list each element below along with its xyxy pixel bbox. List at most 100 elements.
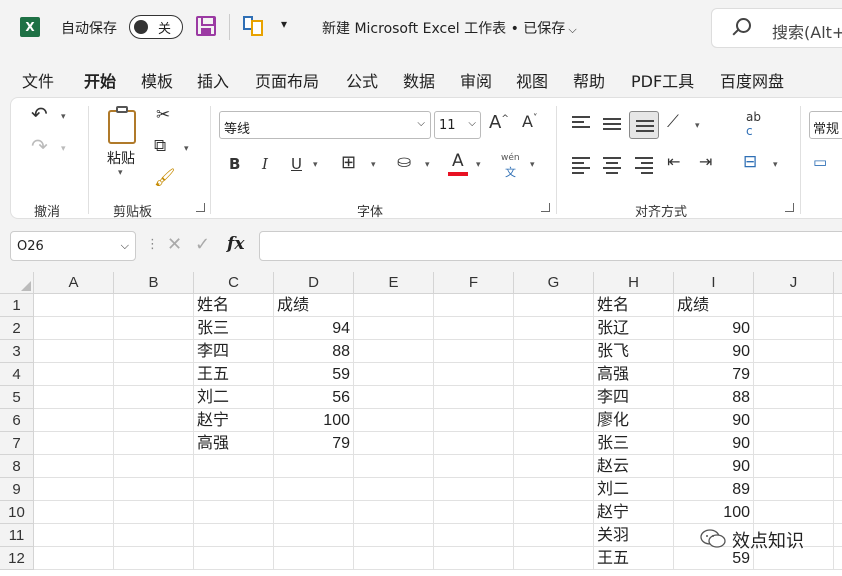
cell[interactable] bbox=[754, 478, 834, 501]
align-left-icon[interactable] bbox=[572, 157, 590, 174]
cell[interactable] bbox=[834, 478, 842, 501]
name-cell[interactable]: 李四 bbox=[194, 340, 274, 363]
name-cell[interactable]: 廖化 bbox=[594, 409, 674, 432]
cell[interactable] bbox=[114, 340, 194, 363]
row-header-12[interactable]: 12 bbox=[0, 547, 34, 570]
italic-button[interactable]: I bbox=[262, 155, 268, 173]
cell[interactable] bbox=[354, 547, 434, 570]
cell[interactable] bbox=[514, 386, 594, 409]
format-painter-icon[interactable]: 🖌 bbox=[154, 168, 176, 188]
cell[interactable] bbox=[754, 294, 834, 317]
score-cell[interactable]: 90 bbox=[674, 317, 754, 340]
increase-indent-icon[interactable]: ⇥ bbox=[699, 152, 712, 171]
cell[interactable] bbox=[834, 340, 842, 363]
row-header-6[interactable]: 6 bbox=[0, 409, 34, 432]
font-size-select[interactable]: 11 ⌵ bbox=[434, 111, 481, 139]
cell[interactable] bbox=[434, 524, 514, 547]
cell[interactable] bbox=[114, 547, 194, 570]
cell[interactable] bbox=[514, 409, 594, 432]
name-cell[interactable]: 刘二 bbox=[194, 386, 274, 409]
cell[interactable] bbox=[354, 340, 434, 363]
align-bottom-button[interactable] bbox=[629, 111, 659, 139]
cell[interactable] bbox=[114, 294, 194, 317]
score-cell[interactable]: 59 bbox=[274, 363, 354, 386]
cell[interactable] bbox=[834, 317, 842, 340]
cell[interactable] bbox=[354, 501, 434, 524]
score-cell[interactable]: 90 bbox=[674, 409, 754, 432]
cell[interactable] bbox=[514, 501, 594, 524]
cell[interactable] bbox=[194, 455, 274, 478]
currency-format-icon[interactable]: ▭ bbox=[813, 153, 827, 171]
cell[interactable] bbox=[514, 317, 594, 340]
score-cell[interactable]: 100 bbox=[674, 501, 754, 524]
tab-insert[interactable]: 插入 bbox=[197, 68, 229, 92]
name-cell[interactable]: 张辽 bbox=[594, 317, 674, 340]
cell[interactable] bbox=[754, 409, 834, 432]
cell[interactable] bbox=[514, 547, 594, 570]
cell[interactable] bbox=[354, 432, 434, 455]
cell[interactable] bbox=[354, 386, 434, 409]
column-header-i[interactable]: I bbox=[674, 272, 754, 294]
cell[interactable] bbox=[34, 317, 114, 340]
cell[interactable] bbox=[114, 501, 194, 524]
name-cell[interactable]: 王五 bbox=[594, 547, 674, 570]
cell[interactable] bbox=[34, 478, 114, 501]
cell[interactable] bbox=[34, 363, 114, 386]
cell[interactable] bbox=[434, 294, 514, 317]
font-launcher-icon[interactable] bbox=[541, 203, 550, 212]
score-cell[interactable]: 90 bbox=[674, 432, 754, 455]
decrease-indent-icon[interactable]: ⇤ bbox=[667, 152, 680, 171]
column-header-d[interactable]: D bbox=[274, 272, 354, 294]
row-header-3[interactable]: 3 bbox=[0, 340, 34, 363]
more-options-icon[interactable]: ⋮ bbox=[146, 237, 159, 252]
customize-qat-chevron-icon[interactable]: ▾ bbox=[281, 17, 287, 31]
cell[interactable] bbox=[274, 478, 354, 501]
tab-page-layout[interactable]: 页面布局 bbox=[255, 68, 319, 92]
fill-color-icon[interactable]: ⛀ bbox=[397, 152, 411, 172]
cell[interactable] bbox=[754, 340, 834, 363]
column-header-f[interactable]: F bbox=[434, 272, 514, 294]
cell[interactable] bbox=[274, 455, 354, 478]
cell[interactable] bbox=[34, 547, 114, 570]
row-header-9[interactable]: 9 bbox=[0, 478, 34, 501]
cell[interactable] bbox=[434, 317, 514, 340]
cell[interactable] bbox=[514, 363, 594, 386]
score-cell[interactable]: 88 bbox=[674, 386, 754, 409]
column-header-b[interactable]: B bbox=[114, 272, 194, 294]
undo-dropdown-icon[interactable]: ▾ bbox=[61, 112, 66, 122]
score-cell[interactable]: 56 bbox=[274, 386, 354, 409]
column-header-g[interactable]: G bbox=[514, 272, 594, 294]
save-icon[interactable] bbox=[196, 16, 216, 36]
enter-icon[interactable]: ✓ bbox=[195, 234, 210, 255]
name-cell[interactable]: 张三 bbox=[194, 317, 274, 340]
row-header-4[interactable]: 4 bbox=[0, 363, 34, 386]
cell[interactable] bbox=[754, 501, 834, 524]
cell[interactable] bbox=[34, 294, 114, 317]
align-top-icon[interactable] bbox=[572, 116, 590, 130]
name-cell[interactable]: 李四 bbox=[594, 386, 674, 409]
cell[interactable] bbox=[754, 317, 834, 340]
redo-dropdown-icon[interactable]: ▾ bbox=[61, 144, 66, 154]
name-cell[interactable]: 高强 bbox=[594, 363, 674, 386]
autosave-toggle[interactable]: 关 bbox=[129, 15, 183, 39]
quick-access-shape-icon[interactable] bbox=[243, 16, 265, 36]
cell[interactable] bbox=[434, 478, 514, 501]
insert-function-icon[interactable]: fx bbox=[227, 234, 244, 254]
cell[interactable] bbox=[34, 409, 114, 432]
cell[interactable] bbox=[834, 455, 842, 478]
cell[interactable] bbox=[114, 432, 194, 455]
font-color-icon[interactable]: A bbox=[452, 151, 464, 171]
tab-review[interactable]: 审阅 bbox=[460, 68, 492, 92]
cell[interactable] bbox=[194, 478, 274, 501]
merge-dropdown-icon[interactable]: ▾ bbox=[773, 160, 778, 170]
cell[interactable] bbox=[114, 317, 194, 340]
tab-home[interactable]: 开始 bbox=[84, 68, 117, 100]
fill-color-dropdown-icon[interactable]: ▾ bbox=[425, 160, 430, 170]
cell[interactable] bbox=[834, 294, 842, 317]
row-header-11[interactable]: 11 bbox=[0, 524, 34, 547]
name-cell[interactable]: 赵宁 bbox=[194, 409, 274, 432]
column-header-partial[interactable] bbox=[834, 272, 842, 294]
score-cell[interactable]: 100 bbox=[274, 409, 354, 432]
row-header-10[interactable]: 10 bbox=[0, 501, 34, 524]
phonetic-guide-top[interactable]: wén bbox=[501, 153, 520, 163]
